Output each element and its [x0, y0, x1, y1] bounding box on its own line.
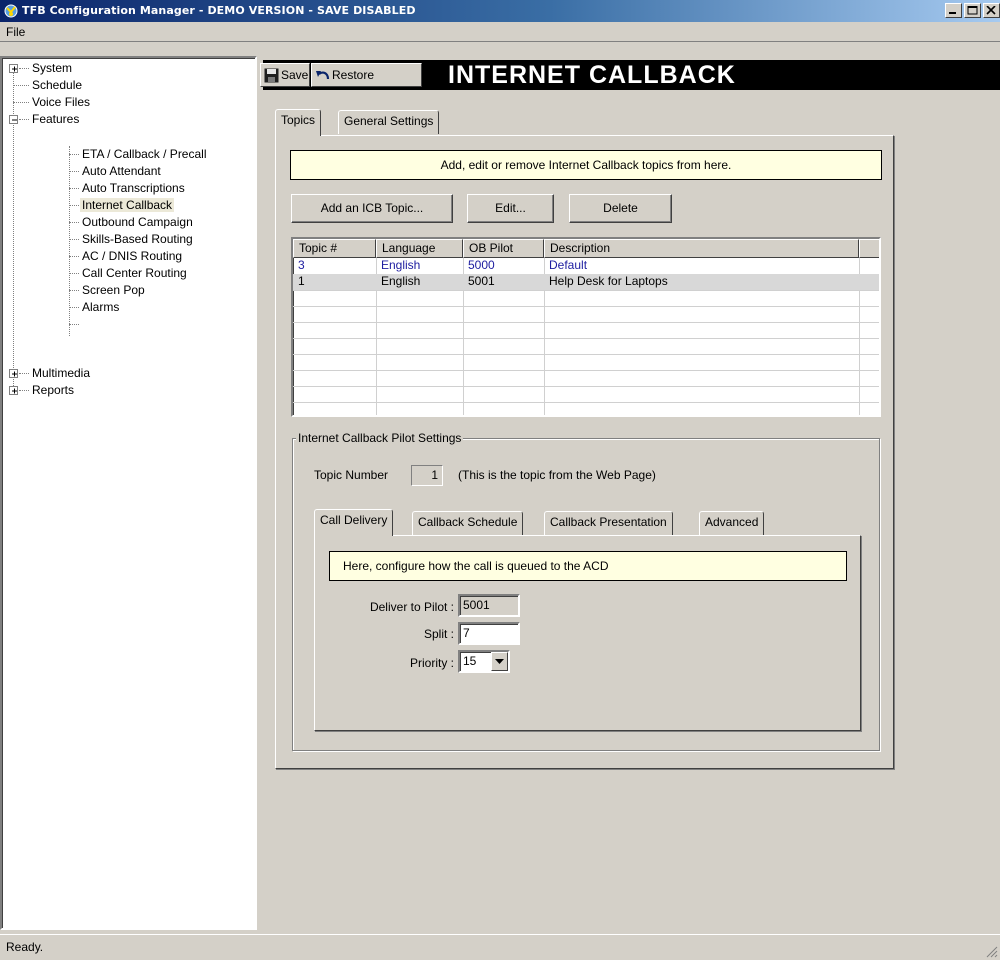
topic-note: (This is the topic from the Web Page) — [458, 468, 656, 482]
status-text: Ready. — [6, 940, 44, 954]
topic-number-label: Topic Number — [314, 468, 389, 482]
tab-general-settings[interactable]: General Settings — [338, 110, 440, 134]
topics-tab-panel: Add, edit or remove Internet Callback to… — [275, 135, 894, 769]
deliver-to-pilot-label: Deliver to Pilot : — [369, 600, 454, 614]
page-title: INTERNET CALLBACK — [448, 61, 736, 89]
tree-item-alarms[interactable]: Alarms — [80, 299, 121, 316]
tree-item-screen-pop[interactable]: Screen Pop — [80, 282, 147, 299]
tab-callback-schedule[interactable]: Callback Schedule — [412, 511, 524, 535]
table-row[interactable]: 3 English 5000 Default — [293, 258, 879, 274]
cell-description: Default — [549, 258, 588, 272]
tree-item-ac-dnis-routing[interactable]: AC / DNIS Routing — [80, 248, 184, 265]
cell-topic: 3 — [298, 258, 305, 272]
tfb-app-icon — [4, 4, 18, 18]
column-header-topic[interactable]: Topic # — [293, 239, 376, 258]
topics-list[interactable]: Topic # Language OB Pilot Description 3 … — [291, 237, 881, 417]
title-bar[interactable]: TFB Configuration Manager - DEMO VERSION… — [0, 0, 1000, 22]
multimedia-expand-icon[interactable] — [9, 369, 18, 378]
save-button[interactable]: Save — [260, 63, 310, 87]
pilot-settings-group-label: Internet Callback Pilot Settings — [296, 431, 464, 445]
menu-bar: File — [0, 22, 1000, 42]
chevron-down-icon — [495, 659, 504, 664]
call-delivery-info-box: Here, configure how the call is queued t… — [329, 551, 847, 581]
maximize-icon — [967, 6, 978, 15]
split-field[interactable]: 7 — [458, 622, 520, 645]
add-icb-topic-button[interactable]: Add an ICB Topic... — [291, 194, 453, 223]
cell-language: English — [381, 274, 421, 288]
edit-topic-button[interactable]: Edit... — [467, 194, 554, 223]
close-icon — [986, 6, 996, 15]
features-collapse-icon[interactable] — [9, 115, 18, 124]
restore-label: Restore — [332, 68, 375, 82]
panel-splitter[interactable] — [257, 56, 263, 930]
minimize-icon — [949, 12, 956, 14]
tree-item-system[interactable]: System — [30, 60, 74, 77]
tree-item-outbound-campaign[interactable]: Outbound Campaign — [80, 214, 195, 231]
maximize-button[interactable] — [964, 3, 981, 18]
cell-description: Help Desk for Laptops — [549, 274, 668, 288]
tree-item-multimedia[interactable]: Multimedia — [30, 365, 92, 382]
delete-topic-button[interactable]: Delete — [569, 194, 672, 223]
reports-expand-icon[interactable] — [9, 386, 18, 395]
caption-buttons — [943, 3, 1000, 19]
tree-item-schedule[interactable]: Schedule — [30, 77, 84, 94]
topic-number-value: 1 — [411, 465, 443, 486]
tree-item-eta-callback-precall[interactable]: ETA / Callback / Precall — [80, 146, 209, 163]
resize-grip-icon[interactable] — [984, 944, 998, 958]
cell-ob-pilot: 5001 — [468, 274, 495, 288]
undo-arrow-icon — [316, 71, 330, 80]
column-header-language[interactable]: Language — [376, 239, 463, 258]
deliver-to-pilot-field[interactable]: 5001 — [458, 594, 520, 617]
priority-dropdown-button[interactable] — [491, 652, 508, 671]
tree-item-voice-files[interactable]: Voice Files — [30, 94, 92, 111]
tree-item-internet-callback[interactable]: Internet Callback — [80, 197, 175, 214]
tree-item-auto-transcriptions[interactable]: Auto Transcriptions — [80, 180, 187, 197]
tree-item-reports[interactable]: Reports — [30, 382, 76, 399]
split-label: Split : — [423, 627, 454, 641]
tab-callback-presentation[interactable]: Callback Presentation — [544, 511, 673, 535]
tree-item-features[interactable]: Features — [30, 111, 81, 128]
navigation-tree[interactable]: System Schedule Voice Files Features ETA… — [0, 56, 257, 930]
cell-ob-pilot: 5000 — [468, 258, 495, 272]
call-delivery-panel: Here, configure how the call is queued t… — [314, 535, 861, 731]
minimize-button[interactable] — [945, 3, 962, 18]
column-header-spacer — [859, 239, 879, 258]
tree-item-auto-attendant[interactable]: Auto Attendant — [80, 163, 163, 180]
priority-select[interactable]: 15 — [458, 650, 510, 673]
window-title: TFB Configuration Manager - DEMO VERSION… — [22, 4, 416, 17]
table-row[interactable]: 1 English 5001 Help Desk for Laptops — [293, 274, 879, 290]
menu-file[interactable]: File — [6, 25, 25, 39]
column-header-description[interactable]: Description — [544, 239, 859, 258]
status-bar: Ready. — [0, 934, 1000, 960]
tree-item-skills-based-routing[interactable]: Skills-Based Routing — [80, 231, 195, 248]
save-label: Save — [281, 68, 309, 82]
cell-language: English — [381, 258, 421, 272]
restore-button[interactable]: Restore — [311, 63, 422, 87]
tab-topics[interactable]: Topics — [275, 109, 322, 136]
system-expand-icon[interactable] — [9, 64, 18, 73]
tree-item-call-center-routing[interactable]: Call Center Routing — [80, 265, 189, 282]
priority-label: Priority : — [409, 656, 454, 670]
header-bar: Save Restore INTERNET CALLBACK — [260, 60, 1000, 90]
topics-info-box: Add, edit or remove Internet Callback to… — [290, 150, 882, 180]
tab-call-delivery[interactable]: Call Delivery — [314, 509, 394, 536]
cell-topic: 1 — [298, 274, 305, 288]
floppy-disk-icon — [264, 68, 279, 83]
column-header-ob-pilot[interactable]: OB Pilot — [463, 239, 544, 258]
tab-advanced[interactable]: Advanced — [699, 511, 765, 535]
close-button[interactable] — [983, 3, 1000, 18]
